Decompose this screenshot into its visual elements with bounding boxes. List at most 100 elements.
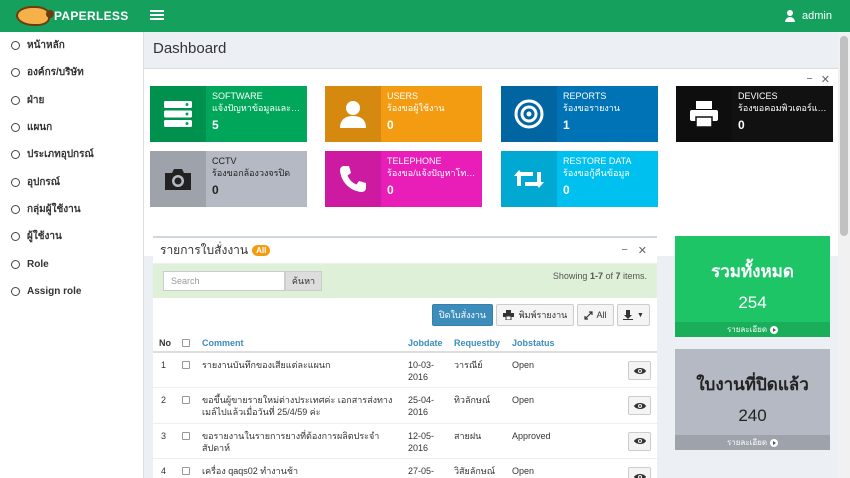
user-menu[interactable]: admin — [784, 0, 832, 32]
search-button[interactable]: ค้นหา — [285, 271, 322, 291]
column-comment[interactable]: Comment — [199, 334, 405, 353]
row-checkbox[interactable] — [182, 361, 190, 369]
row-status: Open — [509, 387, 625, 423]
scrollbar-thumb[interactable] — [840, 36, 848, 236]
row-status: Open — [509, 351, 625, 388]
closed-jobs-box[interactable]: ใบงานที่ปิดแล้ว 240 รายละเอียด — [675, 349, 830, 450]
sidebar-item-device[interactable]: อุปกรณ์ — [0, 168, 143, 195]
row-actions — [625, 387, 657, 423]
row-select — [179, 387, 199, 423]
tile-users[interactable]: USERS ร้องขอผู้ใช้งาน 0 — [325, 86, 482, 142]
tile-subtitle: แจ้งปัญหาข้อมูลและโปรแกรม — [212, 103, 303, 113]
row-jobdate: 25-04-2016 — [405, 387, 451, 423]
circle-icon — [11, 41, 20, 51]
table-row: 4 เครื่อง qaqs02 ทำงานช้า 27-05- วิสัยลั… — [153, 458, 657, 478]
row-actions — [625, 422, 657, 459]
close-job-button[interactable]: ปิดใบสั่งงาน — [432, 304, 493, 326]
printer-icon — [676, 86, 732, 142]
tile-subtitle: ร้องขอกล้องวงจรปิด — [212, 168, 291, 178]
table-row: 1 รายงานบันทึกของเสียแต่ละแผนก 10-03-201… — [153, 351, 657, 388]
select-all-checkbox[interactable] — [182, 338, 190, 347]
sidebar-item-division[interactable]: ฝ่าย — [0, 87, 143, 114]
tile-devices[interactable]: DEVICES ร้องขอคอมพิวเตอร์และอุปกรณ์ 0 — [676, 86, 833, 142]
tile-cctv[interactable]: CCTV ร้องขอกล้องวงจรปิด 0 — [150, 151, 307, 207]
sidebar-item-company[interactable]: องค์กร/บริษัท — [0, 59, 143, 86]
close-icon[interactable]: ✕ — [821, 73, 830, 86]
column-no: No — [153, 334, 179, 353]
search-input[interactable] — [163, 271, 285, 291]
row-jobdate: 10-03-2016 — [405, 351, 451, 388]
brand-logo[interactable]: PAPERLESS — [0, 0, 144, 32]
total-value: 254 — [738, 293, 767, 312]
sidebar: หน้าหลัก องค์กร/บริษัท ฝ่าย แผนก ประเภทอ… — [0, 32, 144, 478]
row-comment: ขอขึ้นผู้ขายรายใหม่ต่างประเทศค่ะ เอกสารส… — [199, 387, 405, 423]
logo-text: PAPERLESS — [54, 9, 129, 23]
column-requestby[interactable]: Requestby — [451, 334, 509, 353]
menu-toggle-icon[interactable] — [150, 8, 164, 22]
close-icon[interactable]: ✕ — [638, 244, 647, 257]
row-select — [179, 351, 199, 388]
eye-icon — [633, 473, 646, 478]
row-select — [179, 458, 199, 478]
view-button[interactable] — [628, 361, 651, 380]
tile-reports[interactable]: REPORTS ร้องขอรายงาน 1 — [501, 86, 658, 142]
sidebar-item-device-type[interactable]: ประเภทอุปกรณ์ — [0, 141, 143, 168]
tile-telephone[interactable]: TELEPHONE ร้องขอ/แจ้งปัญหาโทรศัพท์ 0 — [325, 151, 482, 207]
row-checkbox[interactable] — [182, 396, 190, 404]
view-button[interactable] — [628, 467, 651, 478]
circle-icon — [11, 123, 20, 133]
circle-icon — [11, 150, 20, 160]
row-jobdate: 27-05- — [405, 458, 451, 478]
sidebar-item-department[interactable]: แผนก — [0, 114, 143, 141]
search-bar: ค้นหา Showing 1-7 of 7 items. — [153, 264, 657, 298]
tile-count: 0 — [563, 183, 570, 197]
sidebar-item-assign-role[interactable]: Assign role — [0, 278, 143, 305]
eye-icon — [633, 438, 646, 444]
sidebar-item-user-group[interactable]: กลุ่มผู้ใช้งาน — [0, 196, 143, 223]
main-content: Dashboard − ✕ SOFTWARE แจ้งปัญหาข้อมูลแล… — [144, 32, 838, 478]
total-jobs-box[interactable]: รวมทั้งหมด 254 รายละเอียด — [675, 236, 830, 337]
view-button[interactable] — [628, 396, 651, 415]
row-comment: รายงานบันทึกของเสียแต่ละแผนก — [199, 351, 405, 388]
tile-restore-data[interactable]: RESTORE DATA ร้องขอกู้คืนข้อมูล 0 — [501, 151, 658, 207]
row-requestby: สายฝน — [451, 422, 509, 459]
column-jobstatus[interactable]: Jobstatus — [509, 334, 625, 353]
closed-title: ใบงานที่ปิดแล้ว — [696, 375, 809, 394]
total-title: รวมทั้งหมด — [711, 262, 794, 281]
tile-subtitle: ร้องขอกู้คืนข้อมูล — [563, 168, 630, 178]
view-button[interactable] — [628, 431, 651, 451]
sidebar-item-home[interactable]: หน้าหลัก — [0, 32, 143, 59]
print-report-button[interactable]: พิมพ์รายงาน — [496, 304, 574, 326]
server-icon — [150, 86, 206, 142]
jobs-panel: รายการใบสั่งงาน All − ✕ ค้นหา Showing 1-… — [153, 236, 657, 478]
row-status: Approved — [509, 422, 625, 459]
export-dropdown-button[interactable]: ▼ — [617, 304, 650, 326]
sidebar-item-role[interactable]: Role — [0, 250, 143, 277]
page-scrollbar[interactable] — [838, 32, 850, 478]
collapse-icon[interactable]: − — [621, 244, 627, 257]
tile-count: 5 — [212, 118, 219, 132]
table-row: 2 ขอขึ้นผู้ขายรายใหม่ต่างประเทศค่ะ เอกสา… — [153, 387, 657, 423]
circle-icon — [11, 204, 20, 214]
panel-header: รายการใบสั่งงาน All — [153, 238, 657, 264]
total-detail-link[interactable]: รายละเอียด — [675, 322, 830, 337]
row-jobdate: 12-05-2016 — [405, 422, 451, 459]
column-jobdate[interactable]: Jobdate — [405, 334, 451, 353]
row-checkbox[interactable] — [182, 431, 190, 440]
show-all-button[interactable]: All — [577, 304, 614, 326]
row-requestby: ทิวลักษณ์ — [451, 387, 509, 423]
closed-detail-link[interactable]: รายละเอียด — [675, 435, 830, 450]
sidebar-item-users[interactable]: ผู้ใช้งาน — [0, 223, 143, 250]
row-select — [179, 422, 199, 459]
user-name: admin — [802, 10, 832, 22]
tile-count: 0 — [387, 118, 394, 132]
row-status: Open — [509, 458, 625, 478]
collapse-icon[interactable]: − — [806, 73, 812, 86]
row-comment: เครื่อง qaqs02 ทำงานช้า — [199, 458, 405, 478]
tile-software[interactable]: SOFTWARE แจ้งปัญหาข้อมูลและโปรแกรม 5 — [150, 86, 307, 142]
logo-icon — [16, 6, 54, 26]
panel-title: รายการใบสั่งงาน — [160, 243, 249, 257]
eye-icon — [633, 367, 646, 374]
row-checkbox[interactable] — [182, 467, 190, 475]
page-title: Dashboard — [153, 40, 227, 57]
